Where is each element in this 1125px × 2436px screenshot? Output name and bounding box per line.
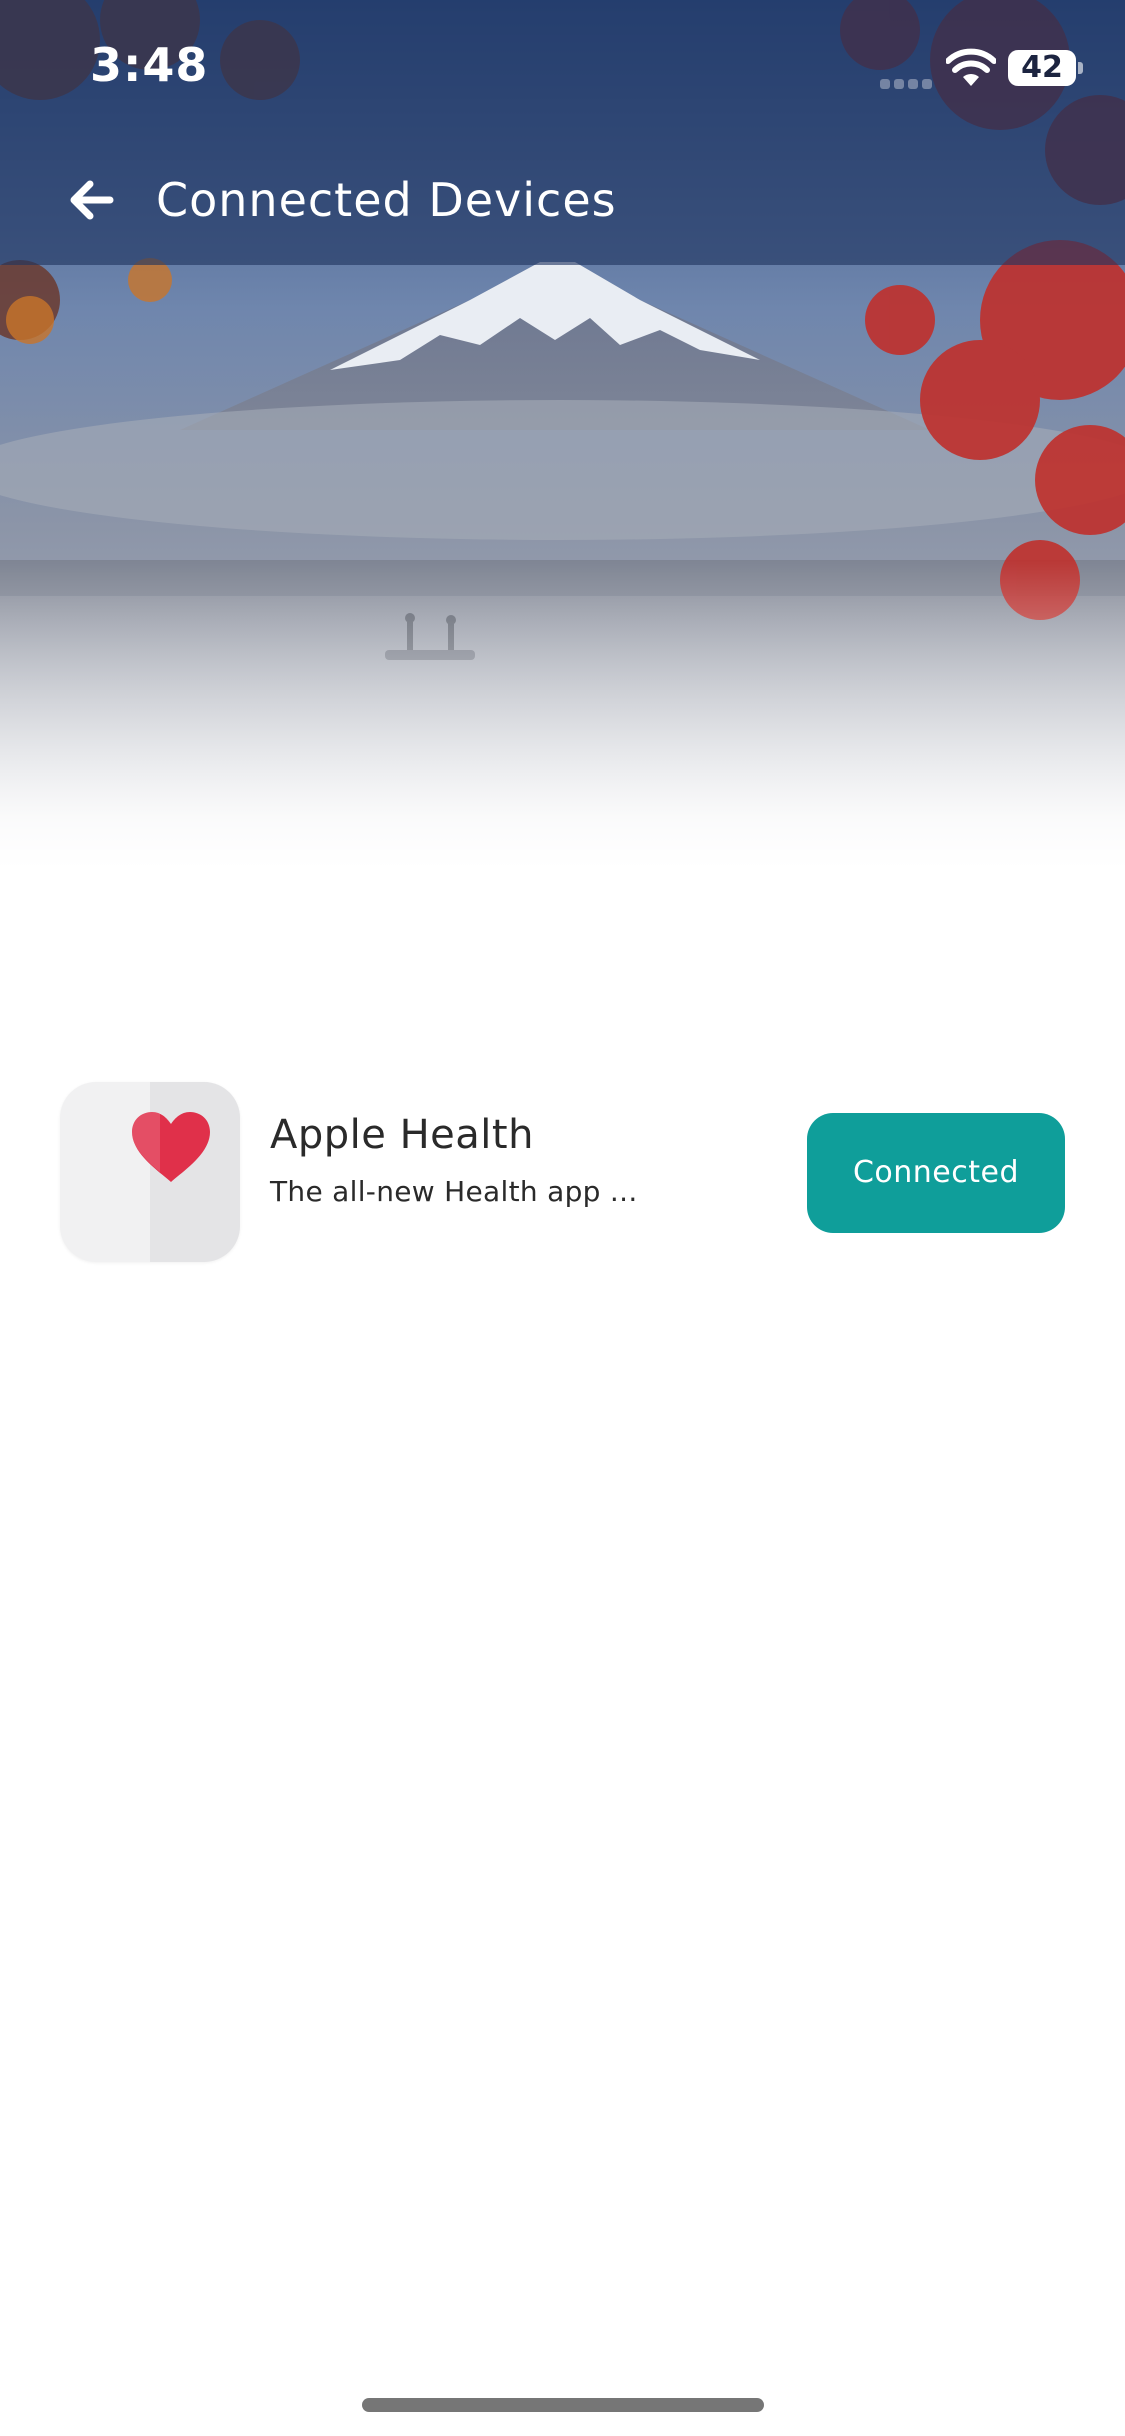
connected-button[interactable]: Connected [807, 1113, 1065, 1233]
arrow-left-icon [70, 180, 114, 220]
device-description: The all-new Health app ... [270, 1175, 638, 1208]
status-time: 3:48 [90, 38, 209, 92]
home-indicator[interactable] [362, 2398, 764, 2412]
apple-health-app-icon [60, 1082, 240, 1262]
back-button[interactable] [62, 170, 122, 230]
device-list-item[interactable]: Apple Health The all-new Health app ... … [60, 1082, 1065, 1264]
battery-level: 42 [1021, 50, 1063, 85]
app-header: Connected Devices [0, 150, 1125, 250]
cellular-signal-icon [880, 74, 936, 89]
heart-icon [132, 1112, 210, 1182]
wifi-icon [946, 48, 996, 86]
page-title: Connected Devices [156, 173, 617, 227]
battery-nub [1078, 62, 1083, 74]
status-bar: 3:48 42 [0, 0, 1125, 140]
connected-devices-screen: 3:48 42 Connected Devices Apple Health T… [0, 0, 1125, 2436]
battery-icon: 42 [1008, 50, 1076, 86]
device-name: Apple Health [270, 1112, 534, 1158]
